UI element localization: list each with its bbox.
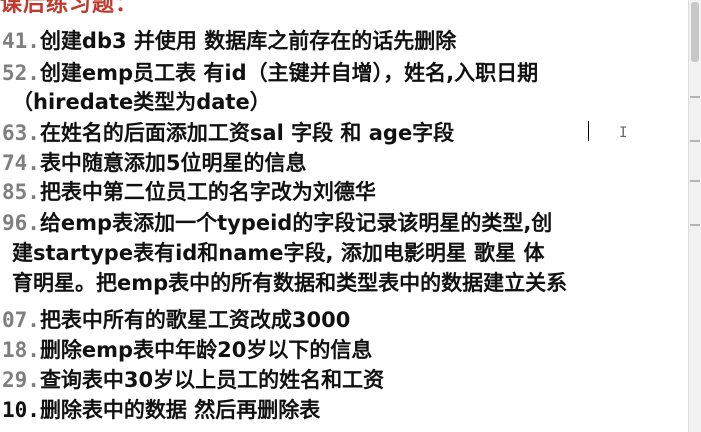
line-number: 41.: [2, 29, 40, 53]
line-number: 85.: [2, 180, 40, 204]
list-item-continuation: 建startype表有id和name字段, 添加电影明星 歌星 体: [12, 240, 544, 266]
page-title: 课后练习题：: [0, 0, 139, 17]
scrollbar-marker: [690, 224, 700, 226]
list-item-text: 给emp表添加一个typeid的字段记录该明星的类型,创: [39, 211, 553, 235]
list-item: 41.创建db3 并使用 数据库之前存在的话先删除: [2, 28, 456, 54]
list-item: 63.在姓名的后面添加工资sal 字段 和 age字段: [2, 120, 454, 146]
scrollbar-marker: [690, 140, 700, 142]
list-item: 29.查询表中30岁以上员工的姓名和工资: [2, 367, 384, 393]
vertical-scrollbar[interactable]: [688, 0, 701, 432]
line-number: 96.: [2, 211, 40, 235]
line-number: 52.: [2, 61, 40, 85]
list-item: 74.表中随意添加5位明星的信息: [2, 150, 307, 176]
scrollbar-marker: [690, 180, 700, 182]
scrollbar-marker: [690, 96, 700, 98]
line-number: 74.: [2, 151, 40, 175]
ibeam-cursor-icon: I: [619, 125, 628, 141]
line-number: 18.: [2, 338, 40, 362]
scrollbar-thumb[interactable]: [691, 2, 699, 62]
line-number: 29.: [2, 368, 40, 392]
list-item-text: 表中随意添加5位明星的信息: [39, 151, 307, 175]
list-item-text: 创建emp员工表 有id（主键并自增），姓名,入职日期: [39, 61, 539, 85]
list-item-text: 育明星。把emp表中的所有数据和类型表中的数据建立关系: [12, 271, 568, 295]
list-item: 52.创建emp员工表 有id（主键并自增），姓名,入职日期: [2, 60, 538, 86]
list-item-text: 把表中第二位员工的名字改为刘德华: [39, 180, 376, 204]
list-item: 10.删除表中的数据 然后再删除表: [2, 397, 320, 423]
line-number: 07.: [2, 308, 40, 332]
list-item-text: 创建db3 并使用 数据库之前存在的话先删除: [39, 29, 457, 53]
list-item-text: 建startype表有id和name字段, 添加电影明星 歌星 体: [12, 241, 545, 265]
list-item: 85.把表中第二位员工的名字改为刘德华: [2, 179, 376, 205]
list-item: 18.删除emp表中年龄20岁以下的信息: [2, 337, 372, 363]
list-item-text: （hiredate类型为date）: [12, 90, 271, 114]
list-item-text: 在姓名的后面添加工资sal 字段 和 age字段: [39, 121, 455, 145]
line-number: 10.: [2, 398, 40, 422]
list-item: 07.把表中所有的歌星工资改成3000: [2, 307, 350, 333]
list-item-text: 查询表中30岁以上员工的姓名和工资: [39, 368, 385, 392]
line-number: 63.: [2, 121, 40, 145]
list-item-text: 删除表中的数据 然后再删除表: [39, 398, 321, 422]
list-item-continuation: 育明星。把emp表中的所有数据和类型表中的数据建立关系: [12, 270, 567, 296]
list-item-text: 删除emp表中年龄20岁以下的信息: [39, 338, 373, 362]
document-page[interactable]: 课后练习题： 41.创建db3 并使用 数据库之前存在的话先删除 52.创建em…: [0, 0, 701, 432]
list-item-text: 把表中所有的歌星工资改成3000: [39, 308, 351, 332]
list-item-continuation: （hiredate类型为date）: [12, 89, 271, 115]
text-caret: [588, 121, 589, 141]
list-item: 96.给emp表添加一个typeid的字段记录该明星的类型,创: [2, 210, 552, 236]
